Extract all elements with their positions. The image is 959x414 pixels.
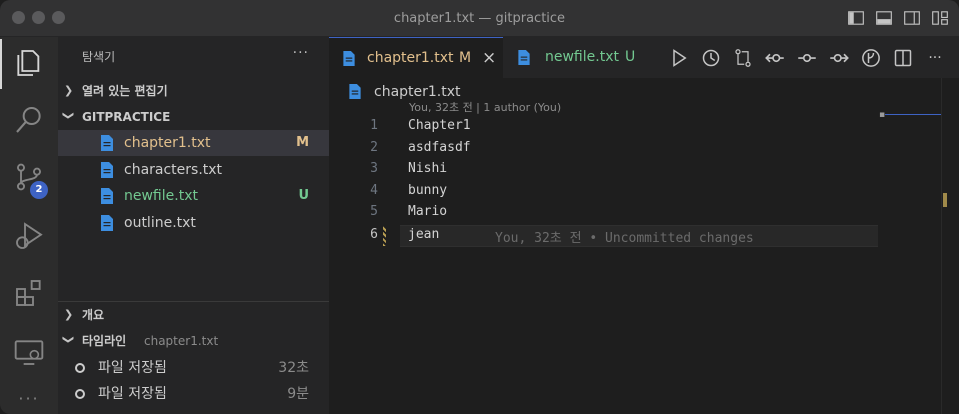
close-tab-icon[interactable]: × (482, 38, 496, 79)
file-icon (518, 50, 530, 65)
more-views-icon[interactable]: ··· (13, 389, 45, 414)
timeline-file-label: chapter1.txt (144, 334, 219, 348)
history-icon[interactable] (701, 48, 721, 68)
timeline-section[interactable]: ❯ 타임라인 chapter1.txt (58, 328, 329, 354)
title-bar: chapter1.txt — gitpractice (0, 0, 959, 37)
git-change-indicator (383, 226, 386, 246)
source-control-badge: 2 (30, 181, 48, 199)
commit-circle-icon (75, 389, 85, 399)
overview-ruler-line (885, 114, 941, 115)
code-line[interactable]: Chapter1 (408, 118, 471, 133)
file-icon (349, 84, 361, 99)
file-item[interactable]: outline.txt (58, 210, 329, 236)
toggle-panel-icon[interactable] (875, 9, 893, 27)
file-item[interactable]: chapter1.txt M (58, 130, 329, 156)
previous-revision-icon[interactable] (765, 48, 785, 68)
file-name: outline.txt (124, 215, 196, 231)
explorer-title: 탐색기 (82, 50, 116, 64)
git-status-badge: U (298, 188, 309, 203)
line-number: 1 (370, 118, 378, 133)
timeline-item[interactable]: 파일 저장됨 32초 (58, 355, 329, 381)
tab-label: chapter1.txt (367, 50, 454, 66)
vscode-window: chapter1.txt — gitpractice 2 ··· 탐색기 ···… (0, 0, 959, 414)
compare-changes-icon[interactable] (733, 48, 753, 68)
search-icon[interactable] (13, 104, 45, 136)
blame-codelens[interactable]: You, 32초 전 | 1 author (You) (409, 99, 561, 115)
line-number: 4 (370, 183, 378, 198)
chevron-down-icon: ❯ (62, 335, 75, 345)
file-icon (101, 188, 113, 204)
scrollbar-track[interactable] (941, 78, 942, 414)
toggle-primary-sidebar-icon[interactable] (847, 9, 865, 27)
minimap-marker-icon: ▪ (879, 110, 886, 120)
editor-tab-bar: chapter1.txt M × newfile.txt U ··· (329, 37, 959, 78)
folder-section[interactable]: ❯ GITPRACTICE (58, 104, 329, 130)
window-title: chapter1.txt — gitpractice (393, 11, 566, 26)
tab-newfile[interactable]: newfile.txt U (504, 37, 650, 78)
outline-label: 개요 (82, 308, 105, 322)
chevron-right-icon: ❯ (64, 308, 74, 321)
toggle-secondary-sidebar-icon[interactable] (903, 9, 921, 27)
line-number: 3 (370, 161, 378, 176)
file-name: newfile.txt (124, 188, 198, 204)
chevron-down-icon: ❯ (62, 111, 75, 121)
tab-chapter1[interactable]: chapter1.txt M × (329, 37, 503, 78)
commit-circle-icon (75, 363, 85, 373)
timeline-item-label: 파일 저장됨 (98, 386, 167, 402)
code-line[interactable]: asdfasdf (408, 140, 471, 155)
gitlens-icon[interactable] (861, 48, 881, 68)
open-editors-section[interactable]: ❯ 열려 있는 편집기 (58, 78, 329, 104)
timeline-item-time: 32초 (278, 360, 309, 376)
chevron-right-icon: ❯ (64, 84, 74, 97)
customize-layout-icon[interactable] (931, 9, 949, 27)
file-icon (101, 162, 113, 178)
file-name: characters.txt (124, 162, 223, 178)
file-item[interactable]: characters.txt (58, 157, 329, 183)
code-line[interactable]: Mario (408, 204, 447, 219)
file-name: chapter1.txt (124, 135, 211, 151)
code-line[interactable]: Nishi (408, 161, 447, 176)
folder-label: GITPRACTICE (82, 110, 171, 124)
timeline-label: 타임라인 (82, 334, 127, 348)
run-debug-icon[interactable] (13, 220, 45, 252)
explorer-more-actions-button[interactable]: ··· (293, 45, 309, 61)
code-line[interactable]: jean (408, 227, 439, 242)
file-icon (101, 215, 113, 231)
open-editors-label: 열려 있는 편집기 (82, 84, 168, 98)
remote-explorer-icon[interactable] (13, 336, 45, 368)
next-revision-icon[interactable] (829, 48, 849, 68)
scrollbar-change-marker (943, 193, 947, 207)
activity-bar: 2 ··· (0, 37, 58, 414)
file-icon (101, 135, 113, 151)
timeline-item-label: 파일 저장됨 (98, 360, 167, 376)
run-icon[interactable] (669, 48, 689, 68)
file-icon (343, 51, 355, 66)
code-line[interactable]: bunny (408, 183, 447, 198)
timeline-item[interactable]: 파일 저장됨 9분 (58, 381, 329, 407)
split-editor-icon[interactable] (893, 48, 913, 68)
file-item[interactable]: newfile.txt U (58, 183, 329, 209)
commit-icon[interactable] (797, 48, 817, 68)
git-status-badge: M (296, 135, 309, 150)
timeline-item-time: 9분 (287, 386, 309, 402)
tab-label: newfile.txt (545, 49, 619, 65)
outline-section[interactable]: ❯ 개요 (58, 302, 329, 328)
active-view-indicator (0, 39, 2, 89)
tab-status: U (625, 49, 636, 65)
more-actions-icon[interactable]: ··· (925, 48, 945, 68)
line-number: 6 (370, 227, 378, 242)
files-icon[interactable] (13, 47, 45, 79)
explorer-sidebar: 탐색기 ··· ❯ 열려 있는 편집기 ❯ GITPRACTICE chapte… (58, 37, 329, 414)
line-number: 5 (370, 204, 378, 219)
inline-blame-annotation: You, 32초 전 • Uncommitted changes (495, 231, 754, 246)
extensions-icon[interactable] (13, 277, 45, 309)
line-number: 2 (370, 140, 378, 155)
tab-status: M (459, 50, 472, 66)
